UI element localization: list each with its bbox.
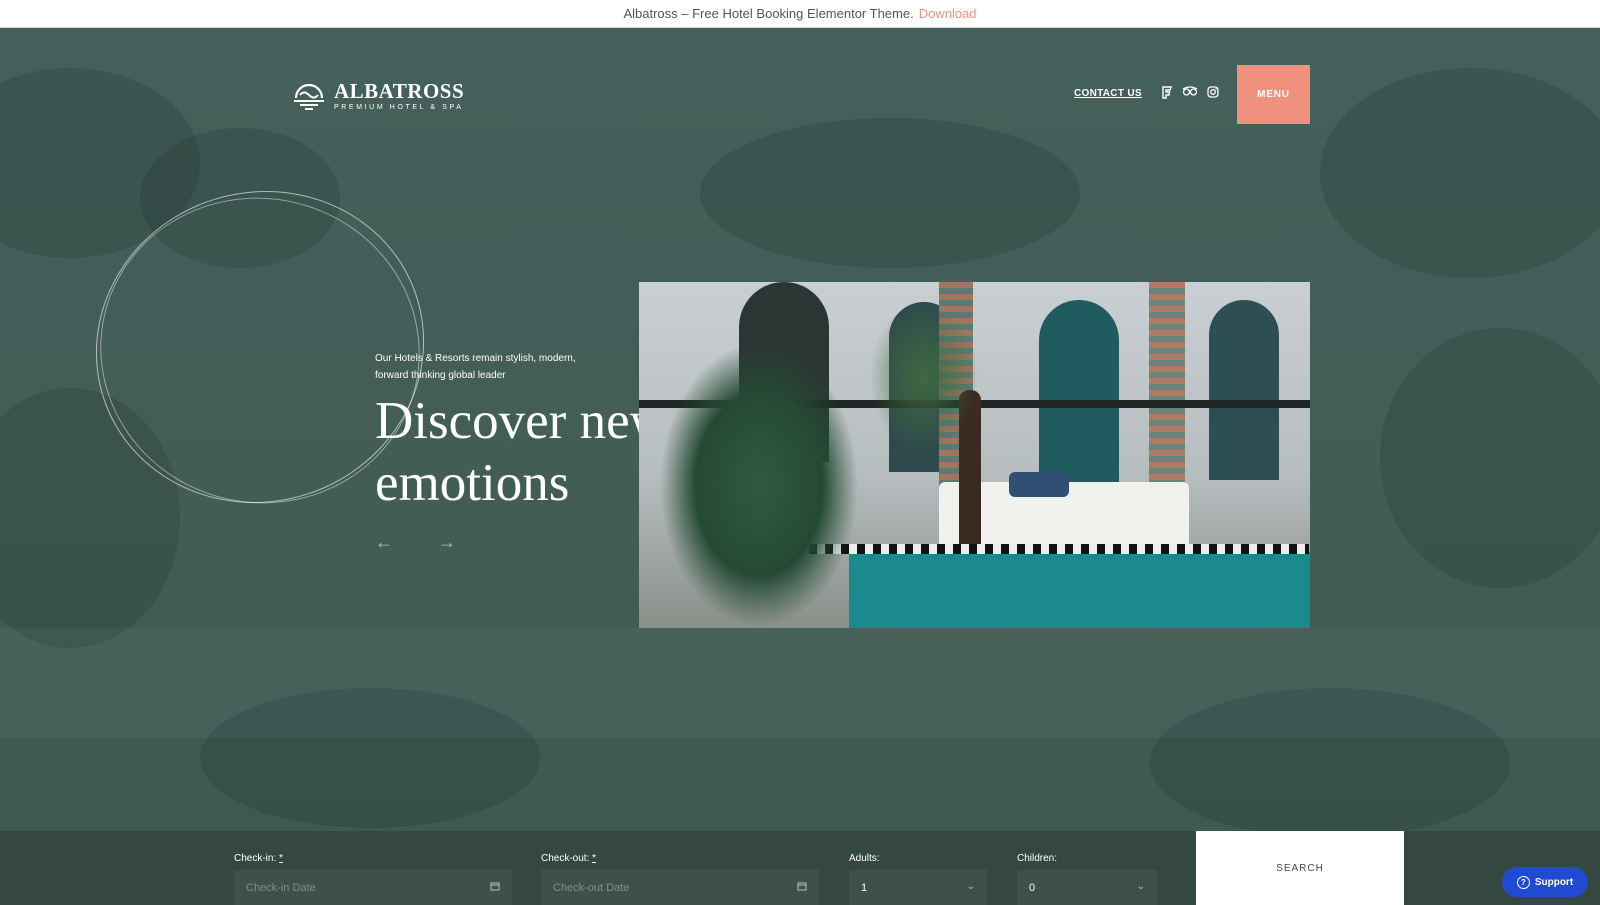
download-link[interactable]: Download — [919, 6, 977, 21]
hero-photo — [639, 282, 1310, 628]
search-button[interactable]: SEARCH — [1196, 831, 1404, 905]
children-value: 0 — [1029, 881, 1036, 894]
help-icon: ? — [1516, 875, 1530, 889]
calendar-icon — [490, 881, 500, 894]
promo-text: Albatross – Free Hotel Booking Elementor… — [623, 6, 914, 21]
chevron-down-icon: ⌄ — [1136, 881, 1145, 892]
checkin-placeholder: Check-in Date — [246, 881, 316, 894]
arched-door — [1039, 300, 1119, 490]
background-foliage — [1320, 68, 1600, 278]
plant — [659, 342, 859, 628]
cushion — [1009, 472, 1069, 497]
promo-bar: Albatross – Free Hotel Booking Elementor… — [0, 0, 1600, 28]
menu-button[interactable]: MENU — [1237, 65, 1310, 124]
children-select[interactable]: 0 ⌄ — [1017, 870, 1157, 905]
chevron-down-icon: ⌄ — [966, 881, 975, 892]
hero-section: ALBATROSS PREMIUM HOTEL & SPA CONTACT US… — [0, 28, 1600, 831]
checkout-date-field[interactable]: Check-out Date — [541, 870, 819, 905]
background-band — [0, 628, 1600, 738]
support-button[interactable]: ? Support — [1502, 867, 1588, 897]
next-slide-arrow-icon[interactable]: → — [438, 532, 456, 553]
prev-slide-arrow-icon[interactable]: ← — [375, 532, 393, 553]
support-label: Support — [1534, 876, 1574, 888]
adults-label: Adults: — [849, 853, 880, 864]
adults-value: 1 — [861, 881, 868, 894]
adults-select[interactable]: 1 ⌄ — [849, 870, 987, 905]
background-foliage — [700, 118, 1080, 268]
background-foliage — [1380, 328, 1600, 588]
children-label: Children: — [1017, 853, 1058, 864]
contact-us-link[interactable]: CONTACT US — [1074, 88, 1142, 99]
instagram-icon[interactable] — [1206, 86, 1220, 100]
logo[interactable]: ALBATROSS PREMIUM HOTEL & SPA — [292, 78, 464, 112]
logo-name: ALBATROSS — [334, 78, 465, 103]
mosaic-edge — [809, 544, 1309, 554]
sun-wave-logo-icon — [294, 83, 324, 110]
logo-tagline: PREMIUM HOTEL & SPA — [334, 103, 464, 111]
checkout-label: Check-out: * — [541, 853, 597, 864]
checkout-placeholder: Check-out Date — [553, 881, 630, 894]
arched-window — [1209, 300, 1279, 480]
pool — [849, 552, 1310, 628]
tripadvisor-icon[interactable] — [1181, 86, 1199, 100]
hero-intro: Our Hotels & Resorts remain stylish, mod… — [375, 353, 576, 381]
calendar-icon — [797, 881, 807, 894]
checkin-label: Check-in: * — [234, 853, 283, 864]
plant — [869, 302, 979, 452]
foursquare-icon[interactable] — [1160, 86, 1174, 100]
checkin-date-field[interactable]: Check-in Date — [234, 870, 512, 905]
